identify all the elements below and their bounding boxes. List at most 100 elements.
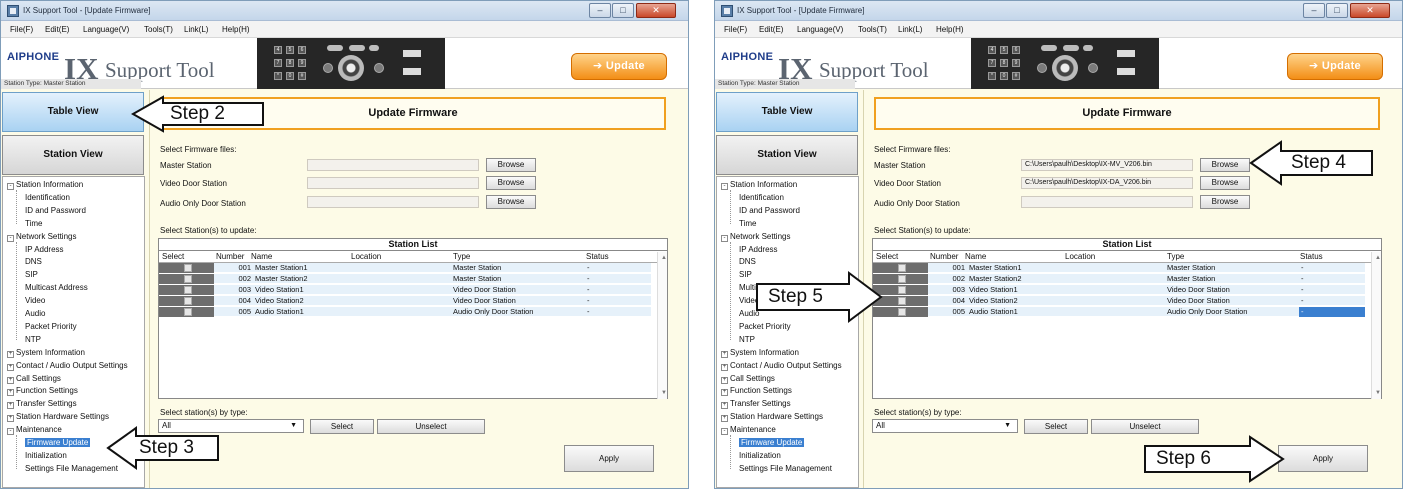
tree-item[interactable]: ID and Password <box>25 206 86 215</box>
browse-button-video[interactable]: Browse <box>1200 176 1250 190</box>
table-row[interactable]: 003 Video Station1 Video Door Station - <box>873 285 1365 295</box>
menu-help[interactable]: Help(H) <box>222 25 250 34</box>
tree-item[interactable]: + Function Settings <box>7 386 78 397</box>
minimize-button[interactable]: – <box>1303 3 1325 18</box>
menu-link[interactable]: Link(L) <box>184 25 208 34</box>
row-checkbox[interactable] <box>184 275 192 283</box>
tree-item[interactable]: + System Information <box>7 348 85 358</box>
table-row[interactable]: 005 Audio Station1 Audio Only Door Station… <box>159 307 651 317</box>
expand-icon[interactable]: + <box>721 363 728 371</box>
tree-item[interactable]: Audio <box>25 309 45 318</box>
tree-item[interactable]: - Maintenance <box>7 425 62 436</box>
station-view-button[interactable]: Station View <box>716 135 858 175</box>
tree-item[interactable]: - Network Settings <box>721 232 790 242</box>
expand-icon[interactable]: + <box>7 363 14 371</box>
table-row[interactable]: 005 Audio Station1 Audio Only Door Station… <box>873 307 1365 317</box>
scroll-up-icon[interactable]: ▲ <box>1375 255 1381 261</box>
menu-language[interactable]: Language(V) <box>797 25 843 34</box>
menu-file[interactable]: File(F) <box>724 25 747 34</box>
minimize-button[interactable]: – <box>589 3 611 18</box>
station-view-button[interactable]: Station View <box>2 135 144 175</box>
tree-item[interactable]: SIP <box>739 270 752 279</box>
tree-item[interactable]: Time <box>739 219 756 228</box>
master-file-input[interactable] <box>307 159 479 171</box>
tree-item[interactable]: Firmware Update <box>25 438 91 447</box>
menu-language[interactable]: Language(V) <box>83 25 129 34</box>
row-checkbox[interactable] <box>898 297 906 305</box>
browse-button-master[interactable]: Browse <box>1200 158 1250 172</box>
expand-icon[interactable]: + <box>721 350 728 358</box>
scroll-down-icon[interactable]: ▼ <box>1375 390 1381 396</box>
tree-item[interactable]: DNS <box>25 257 42 266</box>
tree-item[interactable]: - Station Information <box>721 180 797 190</box>
station-list-scrollbar[interactable]: ▲ ▼ <box>1371 252 1381 399</box>
expand-icon[interactable]: + <box>7 376 14 384</box>
expand-icon[interactable]: + <box>721 415 728 423</box>
tree-item[interactable]: IP Address <box>25 245 64 254</box>
tree-item[interactable]: Initialization <box>739 451 781 460</box>
tree-item[interactable]: + Contact / Audio Output Settings <box>721 361 842 371</box>
tree-item[interactable]: NTP <box>739 335 755 344</box>
collapse-icon[interactable]: - <box>721 428 728 436</box>
menu-tools[interactable]: Tools(T) <box>144 25 173 34</box>
scroll-up-icon[interactable]: ▲ <box>661 255 667 261</box>
row-checkbox[interactable] <box>898 286 906 294</box>
audio-file-input[interactable] <box>1021 196 1193 208</box>
collapse-icon[interactable]: - <box>7 183 14 190</box>
row-checkbox[interactable] <box>898 264 906 272</box>
table-view-button[interactable]: Table View <box>2 92 144 132</box>
collapse-icon[interactable]: - <box>7 234 14 242</box>
table-row[interactable]: 001 Master Station1 Master Station - <box>873 263 1365 273</box>
tree-item[interactable]: - Maintenance <box>721 425 776 436</box>
browse-button-audio[interactable]: Browse <box>486 195 536 209</box>
video-file-input[interactable] <box>307 177 479 189</box>
table-row[interactable]: 003 Video Station1 Video Door Station - <box>159 285 651 295</box>
menu-tools[interactable]: Tools(T) <box>858 25 887 34</box>
table-row[interactable]: 002 Master Station2 Master Station - <box>159 274 651 284</box>
unselect-button[interactable]: Unselect <box>377 419 485 434</box>
select-button[interactable]: Select <box>1024 419 1088 434</box>
row-checkbox[interactable] <box>184 297 192 305</box>
row-checkbox[interactable] <box>898 308 906 316</box>
menu-link[interactable]: Link(L) <box>898 25 922 34</box>
expand-icon[interactable]: + <box>721 402 728 410</box>
tree-item[interactable]: + Station Hardware Settings <box>721 412 823 423</box>
tree-item[interactable]: + Station Hardware Settings <box>7 412 109 423</box>
browse-button-audio[interactable]: Browse <box>1200 195 1250 209</box>
row-checkbox[interactable] <box>184 264 192 272</box>
maximize-button[interactable]: □ <box>1326 3 1348 18</box>
tree-item[interactable]: SIP <box>25 270 38 279</box>
tree-item[interactable]: + Call Settings <box>721 374 775 384</box>
menu-edit[interactable]: Edit(E) <box>759 25 783 34</box>
select-button[interactable]: Select <box>310 419 374 434</box>
table-row[interactable]: 004 Video Station2 Video Door Station - <box>159 296 651 306</box>
unselect-button[interactable]: Unselect <box>1091 419 1199 434</box>
tree-item[interactable]: Settings File Management <box>25 464 118 473</box>
tree-item[interactable]: Initialization <box>25 451 67 460</box>
table-row[interactable]: 004 Video Station2 Video Door Station - <box>873 296 1365 306</box>
row-checkbox[interactable] <box>898 275 906 283</box>
station-type-select[interactable]: All ▼ <box>872 419 1018 433</box>
expand-icon[interactable]: + <box>721 389 728 397</box>
expand-icon[interactable]: + <box>7 350 14 358</box>
tree-item[interactable]: + Call Settings <box>7 374 61 384</box>
tree-item[interactable]: - Network Settings <box>7 232 76 242</box>
tree-item[interactable]: DNS <box>739 257 756 266</box>
tree-item[interactable]: + Contact / Audio Output Settings <box>7 361 128 371</box>
tree-item[interactable]: Multicast Address <box>25 283 88 292</box>
expand-icon[interactable]: + <box>7 415 14 423</box>
maximize-button[interactable]: □ <box>612 3 634 18</box>
expand-icon[interactable]: + <box>7 389 14 397</box>
tree-item[interactable]: + Function Settings <box>721 386 792 397</box>
browse-button-master[interactable]: Browse <box>486 158 536 172</box>
collapse-icon[interactable]: - <box>721 234 728 242</box>
station-list-scrollbar[interactable]: ▲ ▼ <box>657 252 667 399</box>
browse-button-video[interactable]: Browse <box>486 176 536 190</box>
row-checkbox[interactable] <box>184 308 192 316</box>
scroll-down-icon[interactable]: ▼ <box>661 390 667 396</box>
row-checkbox[interactable] <box>184 286 192 294</box>
tree-item[interactable]: ID and Password <box>739 206 800 215</box>
tree-item[interactable]: Time <box>25 219 42 228</box>
table-view-button[interactable]: Table View <box>716 92 858 132</box>
collapse-icon[interactable]: - <box>7 428 14 436</box>
